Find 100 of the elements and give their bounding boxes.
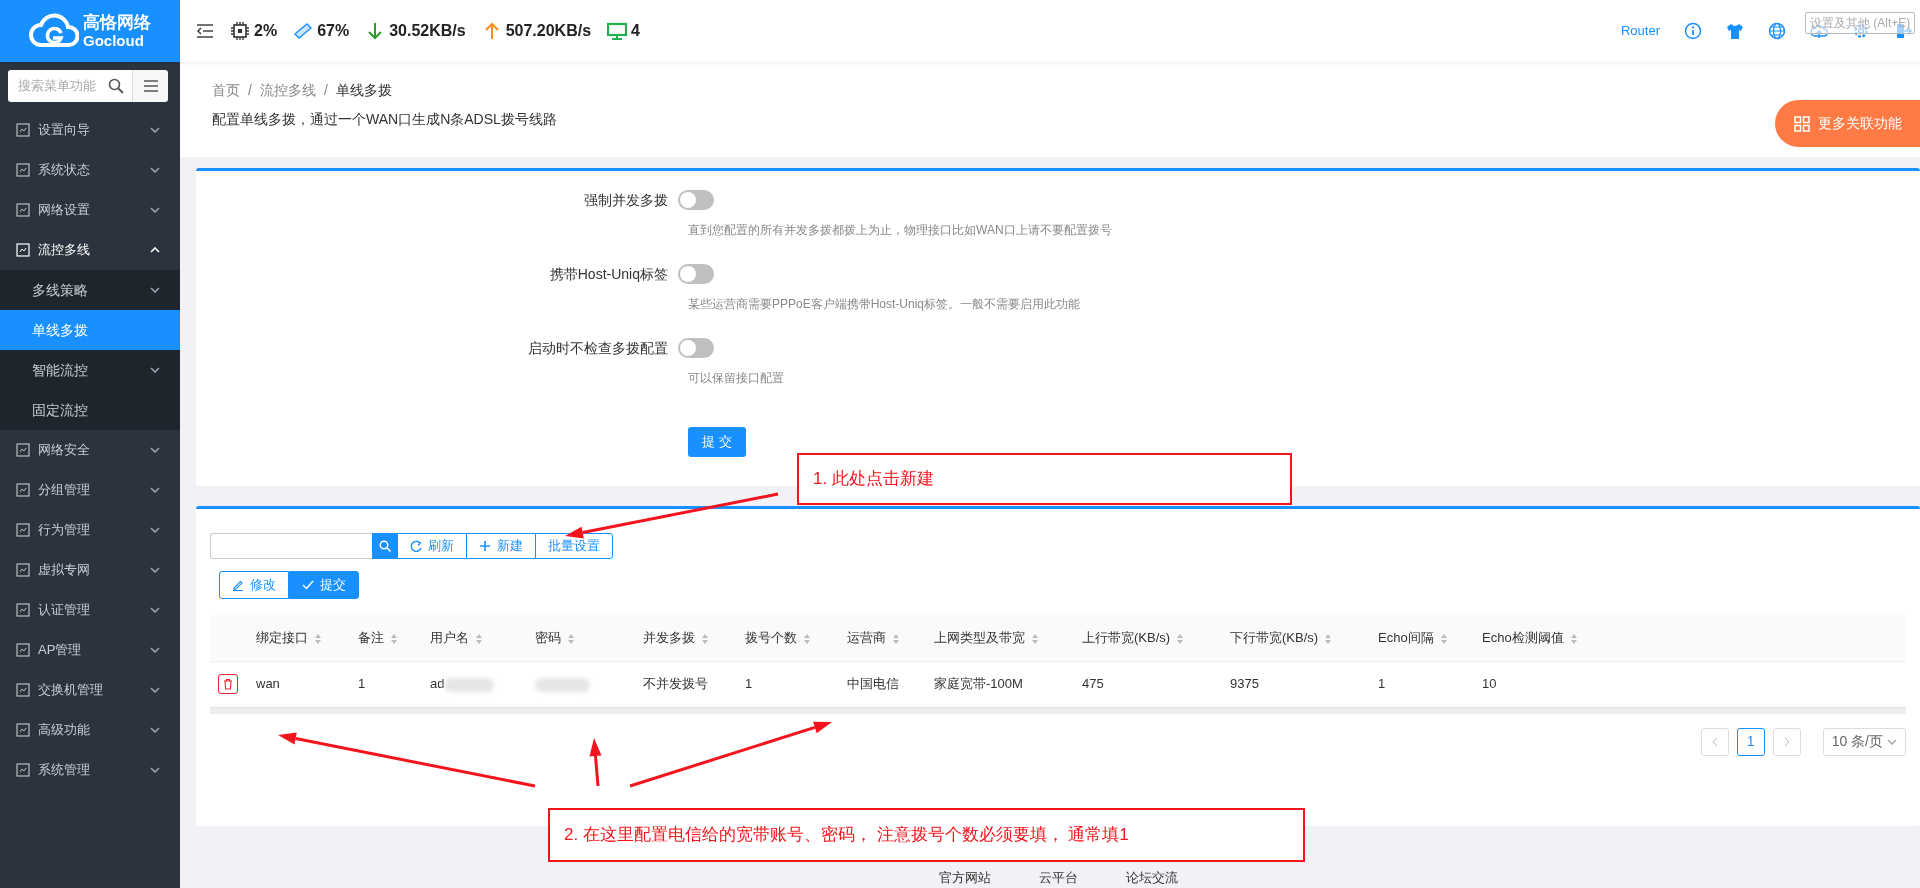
toggle-switch[interactable]	[678, 264, 714, 284]
logo-subtitle: Gocloud	[83, 32, 145, 48]
column-header[interactable]: 拨号个数	[737, 615, 839, 661]
column-header[interactable]: Echo间隔	[1370, 615, 1474, 661]
info-icon[interactable]	[1684, 22, 1702, 40]
column-header[interactable]: 下行带宽(KB/s)	[1222, 615, 1370, 661]
sidebar-item[interactable]: 认证管理	[0, 590, 180, 630]
globe-icon[interactable]	[1768, 22, 1786, 40]
sidebar-item[interactable]: 设置向导	[0, 110, 180, 150]
stat-value: 4	[631, 21, 640, 41]
sort-icon	[803, 632, 811, 645]
refresh-icon	[410, 540, 422, 552]
toggle-switch[interactable]	[678, 190, 714, 210]
column-header[interactable]: 备注	[350, 615, 422, 661]
sidebar-item[interactable]: 流控多线	[0, 230, 180, 270]
sidebar-item[interactable]: AP管理	[0, 630, 180, 670]
chevron-down-icon	[150, 367, 160, 373]
submenu-item[interactable]: 固定流控	[0, 390, 180, 430]
page-size-select[interactable]: 10 条/页	[1822, 727, 1906, 756]
breadcrumb-link[interactable]: 流控多线	[259, 80, 316, 101]
menu-item-icon	[16, 523, 30, 537]
menu-item-icon	[16, 203, 30, 217]
column-header[interactable]: 密码	[527, 615, 635, 661]
chevron-down-icon	[150, 687, 160, 693]
chevron-down-icon	[150, 727, 160, 733]
chevron-down-icon	[150, 447, 160, 453]
menu-collapse-icon[interactable]	[196, 23, 214, 39]
sort-icon	[1439, 632, 1448, 645]
sidebar-item[interactable]: 交换机管理	[0, 670, 180, 710]
menu-item-icon	[16, 243, 30, 257]
submenu-item[interactable]: 多线策略	[0, 270, 180, 310]
t-shirt-icon[interactable]	[1726, 22, 1744, 40]
search-button[interactable]	[372, 533, 398, 559]
help-text: 可以保留接口配置	[688, 370, 785, 387]
sidebar-item[interactable]: 虚拟专网	[0, 550, 180, 590]
chevron-down-icon	[150, 527, 160, 533]
column-header[interactable]: 并发多拨	[635, 615, 737, 661]
menu-item-icon	[16, 483, 30, 497]
sidebar-item[interactable]: 高级功能	[0, 710, 180, 750]
monitor-icon	[607, 21, 628, 41]
table-cell: ad	[430, 676, 445, 692]
toggle-switch[interactable]	[678, 338, 714, 358]
menu-item-icon	[16, 643, 30, 657]
cpu-icon	[230, 21, 250, 41]
search-icon	[379, 540, 391, 552]
menu-item-icon	[16, 163, 30, 177]
submenu-item[interactable]: 智能流控	[0, 350, 180, 390]
search-icon	[108, 78, 124, 94]
menu-item-icon	[16, 603, 30, 617]
column-header[interactable]: 运营商	[839, 615, 926, 661]
menu-item-icon	[16, 683, 30, 697]
breadcrumb-current: 单线多拨	[335, 81, 392, 100]
chevron-up-icon	[150, 247, 160, 253]
setting-label: 启动时不检查多拨配置	[527, 338, 669, 358]
column-header[interactable]: 用户名	[422, 615, 527, 661]
stat-value: 67%	[317, 21, 350, 41]
chevron-down-icon	[150, 127, 160, 133]
menu-item-icon	[16, 123, 30, 137]
sidebar-item[interactable]: 网络安全	[0, 430, 180, 470]
breadcrumb-link[interactable]: 首页	[212, 80, 240, 101]
search-field[interactable]: 搜索菜单功能	[8, 70, 132, 102]
stat-value: 507.20KB/s	[505, 21, 592, 41]
sidebar-item[interactable]: 系统管理	[0, 750, 180, 790]
menu-item-icon	[16, 723, 30, 737]
column-header[interactable]: 绑定接口	[248, 615, 350, 661]
chevron-down-icon	[150, 167, 160, 173]
chevron-down-icon	[150, 647, 160, 653]
column-header[interactable]: Echo检测阈值	[1474, 615, 1624, 661]
footer-link[interactable]: 云平台	[1038, 868, 1078, 888]
table-cell: 中国电信	[847, 676, 899, 692]
blurred-text	[444, 677, 495, 692]
sidebar-item[interactable]: 行为管理	[0, 510, 180, 550]
chevron-down-icon	[150, 487, 160, 493]
menu-button[interactable]	[132, 70, 168, 102]
menu-item-icon	[16, 763, 30, 777]
column-header[interactable]: 上行带宽(KB/s)	[1074, 615, 1222, 661]
page-description: 配置单线多拨，通过一个WAN口生成N条ADSL拨号线路	[212, 110, 557, 129]
chevron-down-icon	[150, 287, 160, 293]
breadcrumb-separator: /	[323, 81, 328, 100]
sidebar-item[interactable]: 网络设置	[0, 190, 180, 230]
footer-link[interactable]: 官方网站	[938, 868, 991, 888]
sidebar-item[interactable]: 分组管理	[0, 470, 180, 510]
table-cell: 不并发拨号	[643, 676, 708, 692]
footer-link[interactable]: 论坛交流	[1125, 868, 1178, 888]
annotation-box: 2. 在这里配置电信给的宽带账号、密码， 注意拨号个数必须要填， 通常填1	[548, 808, 1305, 862]
table-cell: 9375	[1230, 676, 1259, 692]
chevron-down-icon	[150, 567, 160, 573]
plus-icon	[479, 540, 491, 552]
sort-icon	[1569, 632, 1578, 645]
table-cell: 家庭宽带-100M	[934, 676, 1023, 692]
delete-button[interactable]	[218, 674, 238, 694]
sort-icon	[1324, 632, 1333, 645]
table-cell: 1	[358, 676, 366, 692]
search-input[interactable]	[210, 533, 372, 559]
table-cell: wan	[256, 676, 280, 692]
sidebar-item[interactable]: 系统状态	[0, 150, 180, 190]
check-icon	[302, 579, 314, 591]
blurred-text	[535, 677, 590, 692]
chevron-down-icon	[150, 767, 160, 773]
column-header[interactable]: 上网类型及带宽	[926, 615, 1074, 661]
